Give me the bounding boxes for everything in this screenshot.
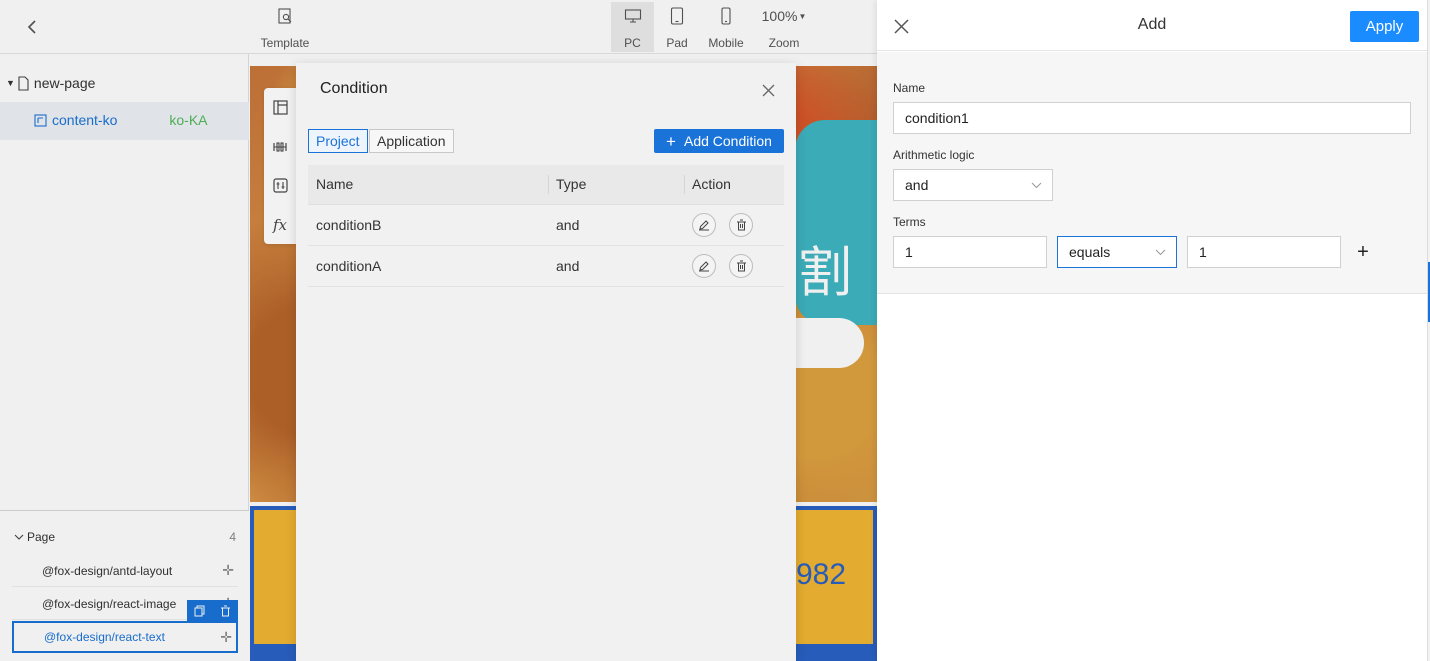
close-icon [893, 18, 909, 34]
arithmetic-logic-select[interactable]: and [893, 169, 1053, 201]
column-header-name: Name [308, 165, 548, 205]
page-section-header[interactable]: Page 4 [14, 530, 236, 544]
edit-button[interactable] [692, 253, 716, 278]
delete-button[interactable] [729, 212, 753, 237]
package-name: @fox-design/react-image [42, 596, 177, 611]
action-cell [684, 204, 784, 246]
back-button[interactable] [20, 14, 46, 40]
data-source-icon[interactable] [268, 135, 292, 159]
term-right-input[interactable]: 1 [1187, 236, 1341, 268]
chevron-down-icon [1155, 249, 1166, 255]
condition-name-cell: conditionA [308, 245, 548, 287]
pencil-icon [699, 260, 709, 271]
drag-handle-icon[interactable]: ✛ [220, 629, 232, 646]
trash-icon [736, 219, 746, 230]
function-icon[interactable]: fx [268, 213, 292, 237]
canvas-number-text: 982 [796, 558, 847, 591]
table-row: conditionB and [308, 204, 784, 246]
page-file-icon [18, 75, 29, 91]
term-left-input[interactable]: 1 [893, 236, 1047, 268]
package-row[interactable]: @fox-design/antd-layout ✛ [12, 555, 238, 587]
trash-icon[interactable] [220, 605, 231, 617]
variable-icon[interactable] [268, 174, 292, 198]
layout-icon[interactable] [268, 96, 292, 120]
template-button[interactable]: Template [256, 6, 314, 50]
arithmetic-logic-label: Arithmetic logic [893, 148, 975, 162]
pencil-icon [699, 219, 709, 230]
tab-application[interactable]: Application [369, 129, 454, 153]
add-condition-label: Add Condition [683, 133, 772, 149]
drag-handle-icon[interactable]: ✛ [222, 562, 234, 579]
condition-table: Name Type Action conditionB and conditio… [308, 165, 784, 287]
canvas-headline-text: 割 [798, 241, 852, 304]
device-pc-button[interactable]: PC [611, 6, 654, 50]
action-cell [684, 245, 784, 287]
add-term-button[interactable]: + [1352, 241, 1374, 263]
zoom-label: Zoom [768, 36, 800, 50]
chevron-down-icon [14, 534, 24, 540]
delete-button[interactable] [729, 253, 753, 278]
chevron-left-icon [27, 20, 36, 34]
name-label: Name [893, 81, 926, 95]
tree-root-label: new-page [33, 75, 96, 91]
side-toolbar: fx [264, 88, 296, 244]
plus-icon: + [666, 131, 676, 151]
caret-down-icon[interactable]: ▼ [6, 78, 15, 88]
condition-type-cell: and [548, 245, 684, 287]
device-mobile-button[interactable]: Mobile [702, 6, 750, 50]
apply-button[interactable]: Apply [1350, 11, 1419, 42]
drawer-title: Add [1137, 16, 1167, 33]
condition-type-cell: and [548, 204, 684, 246]
copy-icon[interactable] [194, 605, 205, 617]
zoom-dropdown[interactable]: 100% ▼ Zoom [756, 6, 812, 50]
term-operator-value: equals [1069, 244, 1111, 260]
monitor-icon [624, 6, 642, 26]
condition-name-cell: conditionB [308, 204, 548, 246]
tree-root-node[interactable]: ▼ new-page [6, 73, 95, 93]
template-label: Template [260, 36, 310, 50]
package-actions-bar [187, 600, 238, 621]
column-header-action: Action [684, 165, 784, 205]
device-pc-label: PC [624, 36, 641, 50]
device-pad-label: Pad [666, 36, 688, 50]
page-section-count: 4 [229, 530, 236, 544]
tree-child-node[interactable]: content-ko ko-KA [34, 112, 208, 128]
terms-label: Terms [893, 215, 926, 229]
tree-child-label: content-ko [52, 112, 118, 128]
table-row: conditionA and [308, 245, 784, 287]
page-section-title: Page [27, 530, 56, 544]
device-pad-button[interactable]: Pad [658, 6, 696, 50]
modal-close-button[interactable] [758, 80, 778, 100]
column-header-type: Type [548, 165, 684, 205]
tree-child-locale: ko-KA [169, 112, 208, 128]
arithmetic-logic-value: and [905, 177, 929, 193]
name-input[interactable]: condition1 [893, 102, 1411, 134]
drawer-close-button[interactable] [891, 16, 911, 36]
caret-down-icon: ▼ [798, 11, 807, 21]
tab-project[interactable]: Project [308, 129, 368, 153]
chevron-down-icon [1031, 182, 1042, 188]
add-condition-button[interactable]: + Add Condition [654, 129, 784, 153]
term-operator-select[interactable]: equals [1057, 236, 1177, 268]
component-icon [34, 113, 47, 127]
close-icon [762, 84, 774, 96]
package-row-selected[interactable]: @fox-design/react-text ✛ [12, 621, 238, 653]
zoom-value: 100% [761, 8, 798, 24]
edit-button[interactable] [692, 212, 716, 237]
template-icon [277, 6, 293, 26]
modal-title: Condition [320, 80, 388, 97]
device-mobile-label: Mobile [708, 36, 744, 50]
package-name: @fox-design/react-text [44, 630, 165, 644]
tablet-icon [670, 6, 684, 26]
mobile-icon [720, 6, 732, 26]
package-name: @fox-design/antd-layout [42, 563, 173, 578]
trash-icon [736, 260, 746, 271]
